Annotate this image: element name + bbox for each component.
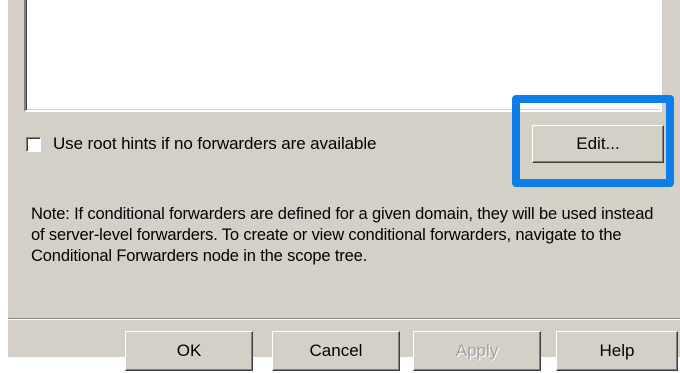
help-button[interactable]: Help bbox=[556, 331, 678, 371]
button-separator bbox=[8, 318, 680, 320]
apply-button[interactable]: Apply bbox=[413, 331, 541, 371]
root-hints-checkbox[interactable] bbox=[26, 136, 41, 152]
edit-button[interactable]: Edit... bbox=[532, 125, 664, 163]
root-hints-option[interactable]: Use root hints if no forwarders are avai… bbox=[26, 134, 376, 154]
cancel-button[interactable]: Cancel bbox=[272, 331, 400, 371]
ok-button[interactable]: OK bbox=[125, 331, 253, 371]
conditional-forwarders-note: Note: If conditional forwarders are defi… bbox=[31, 205, 654, 265]
root-hints-label[interactable]: Use root hints if no forwarders are avai… bbox=[53, 134, 376, 154]
